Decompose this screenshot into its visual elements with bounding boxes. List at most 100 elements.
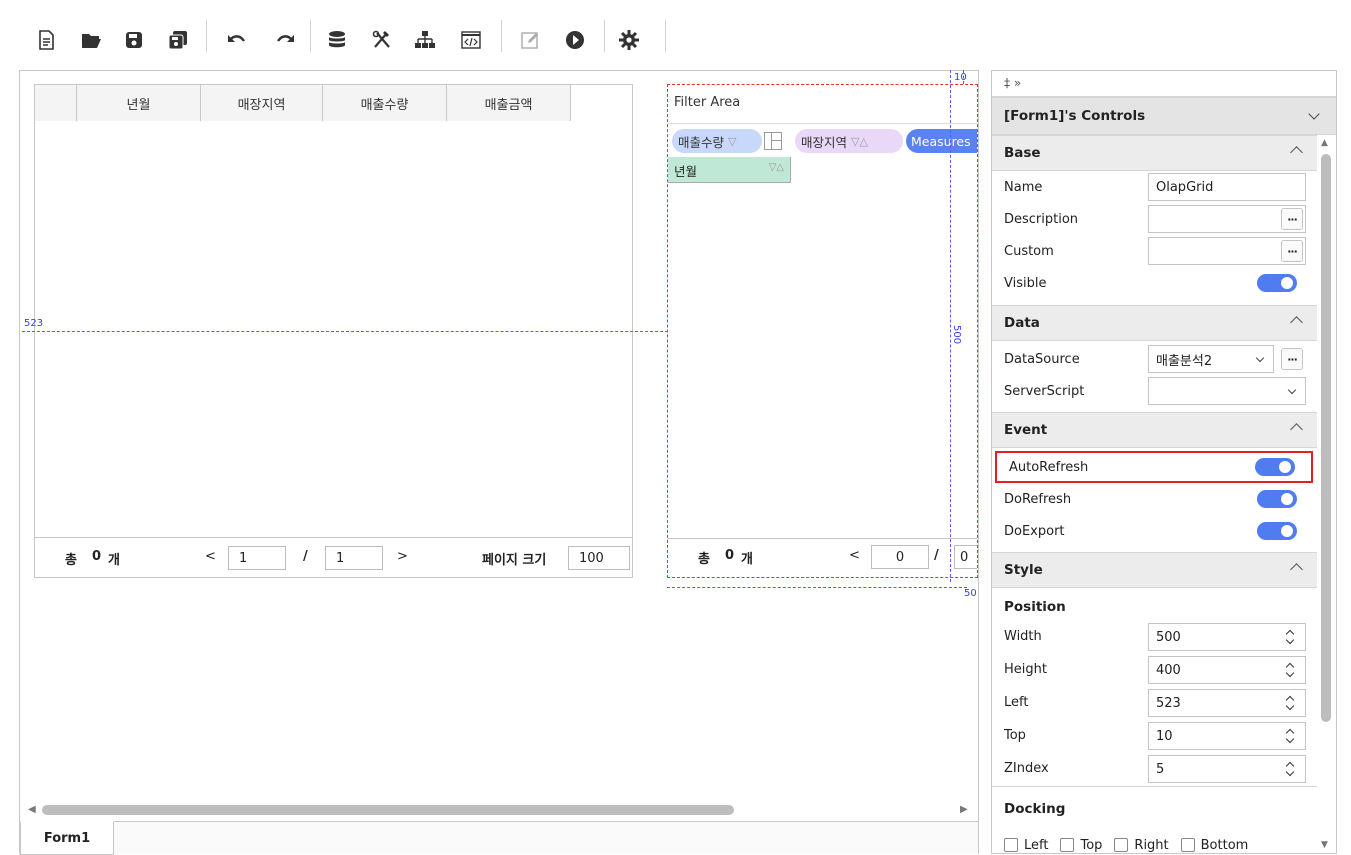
settings-icon[interactable] xyxy=(616,27,642,53)
new-file-icon[interactable] xyxy=(33,27,59,53)
scroll-right-icon[interactable]: ▶ xyxy=(960,804,968,815)
pin-icon[interactable]: ‡ » xyxy=(1004,76,1021,90)
section-data[interactable]: Data xyxy=(992,305,1317,341)
chevron-up-icon[interactable] xyxy=(1290,146,1303,159)
chevron-down-icon[interactable] xyxy=(1308,108,1320,120)
tools-icon[interactable] xyxy=(369,27,395,53)
width-input[interactable]: 500 xyxy=(1148,623,1306,651)
chevron-up-icon[interactable] xyxy=(1290,563,1303,576)
save-icon[interactable] xyxy=(121,27,147,53)
more-button[interactable]: ··· xyxy=(1281,348,1303,370)
undo-icon[interactable] xyxy=(224,27,250,53)
filter-sort-icon[interactable]: ▽△ xyxy=(851,135,868,148)
dorefresh-toggle[interactable] xyxy=(1257,490,1297,508)
section-style[interactable]: Style xyxy=(992,552,1317,588)
page-separator: / xyxy=(934,548,939,563)
edit-icon[interactable] xyxy=(517,27,543,53)
scroll-thumb[interactable] xyxy=(42,805,734,815)
left-input[interactable]: 523 xyxy=(1148,689,1306,717)
measure-chip-quantity[interactable]: 매출수량 ▽ xyxy=(672,129,762,153)
page-input[interactable]: 1 xyxy=(228,546,286,570)
height-input[interactable]: 400 xyxy=(1148,656,1306,684)
height-value: 400 xyxy=(1156,662,1181,678)
filter-sort-icon[interactable]: ▽△ xyxy=(769,162,784,173)
prop-label: Top xyxy=(1004,727,1026,743)
prop-label: AutoRefresh xyxy=(1009,459,1089,475)
prev-page-button[interactable]: < xyxy=(205,549,216,564)
dock-left-checkbox[interactable]: Left xyxy=(1004,838,1048,853)
grid-header-yearmonth[interactable]: 년월 xyxy=(77,85,201,121)
dock-top-checkbox[interactable]: Top xyxy=(1060,838,1102,853)
doexport-toggle[interactable] xyxy=(1257,522,1297,540)
chevron-up-icon[interactable] xyxy=(1290,423,1303,436)
dock-left-label: Left xyxy=(1024,837,1049,853)
grid-header-amount[interactable]: 매출금액 xyxy=(447,85,571,121)
left-guide-line xyxy=(22,331,668,332)
prop-label: DoExport xyxy=(1004,523,1065,539)
total-unit: 개 xyxy=(108,553,120,568)
database-icon[interactable] xyxy=(324,27,350,53)
row-field-header[interactable]: 년월 ▽△ xyxy=(668,157,791,183)
prop-label: Custom xyxy=(1004,243,1054,259)
dock-bottom-checkbox[interactable]: Bottom xyxy=(1180,838,1248,853)
more-button[interactable]: ··· xyxy=(1281,208,1303,230)
dock-right-label: Right xyxy=(1134,837,1169,853)
prop-label: Name xyxy=(1004,179,1043,195)
scroll-up-icon[interactable]: ▲ xyxy=(1321,138,1328,148)
more-button[interactable]: ··· xyxy=(1281,240,1303,262)
chevron-down-icon[interactable] xyxy=(1255,353,1265,363)
column-chip-region[interactable]: 매장지역 ▽△ xyxy=(795,129,903,153)
section-base[interactable]: Base xyxy=(992,135,1317,171)
grid-header-quantity[interactable]: 매출수량 xyxy=(323,85,447,121)
next-page-button[interactable]: > xyxy=(397,549,408,564)
toolbar-separator xyxy=(665,20,666,52)
visible-toggle[interactable] xyxy=(1257,274,1297,292)
panel-scrollbar[interactable]: ▲ ▼ xyxy=(1315,138,1337,854)
section-label: Position xyxy=(1004,599,1066,615)
spinner-icon[interactable] xyxy=(1285,661,1295,679)
spinner-icon[interactable] xyxy=(1285,628,1295,646)
docking-options: Left Top Right Bottom xyxy=(992,829,1317,853)
save-all-icon[interactable] xyxy=(165,27,191,53)
prop-top: Top 10 xyxy=(992,719,1317,751)
layout-toggle-icon[interactable] xyxy=(764,132,782,150)
panel-title[interactable]: [Form1]'s Controls xyxy=(992,97,1336,135)
datasource-select[interactable]: 매출분석2 xyxy=(1148,345,1274,373)
page-size-input[interactable]: 100 xyxy=(568,546,630,570)
top-input[interactable]: 10 xyxy=(1148,722,1306,750)
dock-right-checkbox[interactable]: Right xyxy=(1114,837,1169,853)
scroll-down-icon[interactable]: ▼ xyxy=(1321,840,1328,850)
olap-grid[interactable]: Filter Area 매출수량 ▽ 매장지역 ▽△ Measures 년월 ▽… xyxy=(667,84,978,578)
page-input[interactable]: 0 xyxy=(871,545,929,569)
redo-icon[interactable] xyxy=(272,27,298,53)
tab-form1[interactable]: Form1 xyxy=(20,821,114,855)
section-event[interactable]: Event xyxy=(992,412,1317,448)
filter-icon[interactable]: ▽ xyxy=(728,135,736,148)
total-unit: 개 xyxy=(741,552,753,567)
chevron-up-icon[interactable] xyxy=(1290,316,1303,329)
section-label: Style xyxy=(1004,562,1043,578)
chevron-down-icon[interactable] xyxy=(1287,385,1297,395)
prop-left: Left 523 xyxy=(992,686,1317,718)
prev-page-button[interactable]: < xyxy=(849,548,860,563)
spinner-icon[interactable] xyxy=(1285,694,1295,712)
scroll-left-icon[interactable]: ◀ xyxy=(28,804,36,815)
hierarchy-icon[interactable] xyxy=(412,27,438,53)
autorefresh-toggle[interactable] xyxy=(1255,458,1295,476)
scroll-thumb[interactable] xyxy=(1321,154,1331,722)
prop-label: ServerScript xyxy=(1004,383,1085,399)
measures-chip[interactable]: Measures xyxy=(906,129,977,153)
code-view-icon[interactable] xyxy=(458,27,484,53)
zindex-input[interactable]: 5 xyxy=(1148,755,1306,783)
section-label: Data xyxy=(1004,315,1040,331)
divider xyxy=(992,786,1317,787)
name-input[interactable]: OlapGrid xyxy=(1148,173,1306,201)
spinner-icon[interactable] xyxy=(1285,727,1295,745)
serverscript-select[interactable] xyxy=(1148,377,1306,405)
grid-header: 년월 매장지역 매출수량 매출금액 xyxy=(35,85,571,121)
run-icon[interactable] xyxy=(562,27,588,53)
open-folder-icon[interactable] xyxy=(78,27,104,53)
horizontal-scrollbar[interactable]: ◀ ▶ xyxy=(20,801,978,821)
grid-header-region[interactable]: 매장지역 xyxy=(201,85,323,121)
spinner-icon[interactable] xyxy=(1285,760,1295,778)
